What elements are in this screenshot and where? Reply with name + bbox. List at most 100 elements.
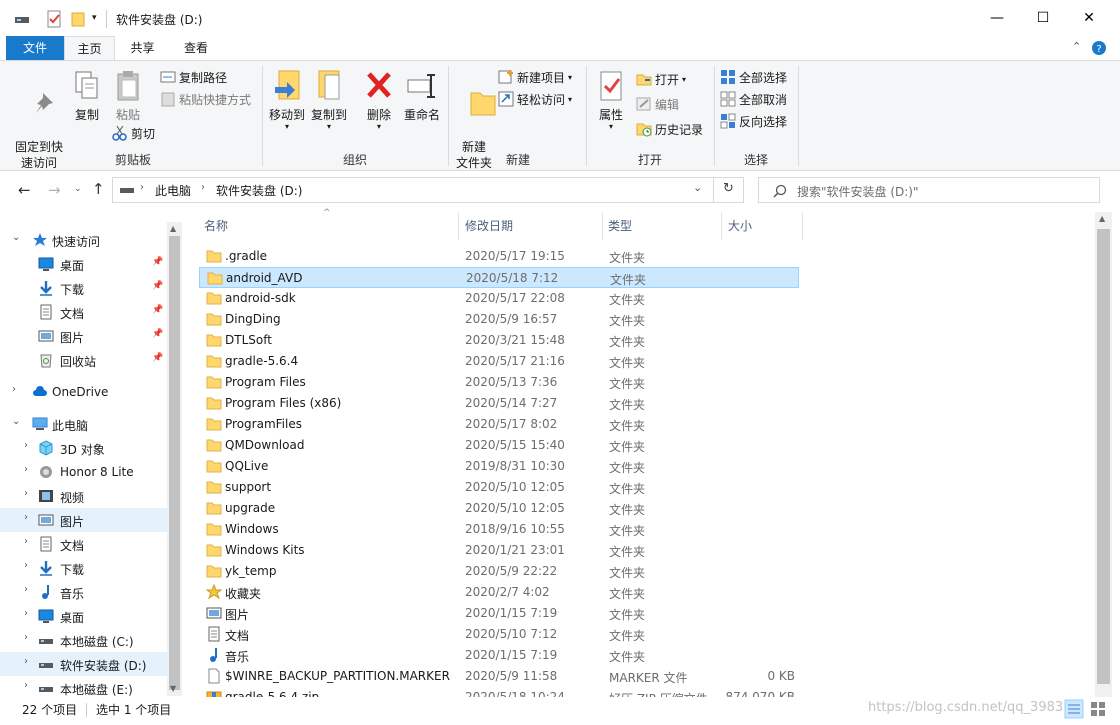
close-button[interactable]: ✕ (1066, 0, 1112, 36)
file-row[interactable]: 文档 2020/5/10 7:12 文件夹 (199, 624, 799, 645)
file-row[interactable]: support 2020/5/10 12:05 文件夹 (199, 477, 799, 498)
chevron-right-icon[interactable]: › (24, 536, 28, 547)
easy-access-button[interactable]: 轻松访问 ▾ (498, 89, 572, 109)
file-row[interactable]: 音乐 2020/1/15 7:19 文件夹 (199, 645, 799, 666)
file-row[interactable]: Program Files 2020/5/13 7:36 文件夹 (199, 372, 799, 393)
back-arrow-icon[interactable]: ← (18, 181, 31, 199)
column-header-type[interactable]: 类型 (603, 212, 722, 240)
search-box[interactable]: 搜索"软件安装盘 (D:)" (758, 177, 1100, 203)
file-row[interactable]: Windows 2018/9/16 10:55 文件夹 (199, 519, 799, 540)
file-row[interactable]: $WINRE_BACKUP_PARTITION.MARKER 2020/5/9 1… (199, 666, 799, 687)
column-header-name[interactable]: 名称 (199, 212, 459, 240)
chevron-down-icon[interactable]: ⌄ (12, 232, 20, 243)
properties-button[interactable]: 属性 ▾ (590, 69, 632, 131)
sidebar-item-8[interactable]: ⌄ 此电脑 (0, 412, 168, 436)
chevron-right-icon[interactable]: › (140, 182, 144, 193)
open-button[interactable]: 打开 ▾ (636, 69, 686, 89)
paste-shortcut-button[interactable]: 粘贴快捷方式 (160, 89, 251, 109)
chevron-right-icon[interactable]: › (24, 584, 28, 595)
invert-selection-button[interactable]: 反向选择 (720, 111, 787, 131)
sidebar-item-16[interactable]: › 桌面 (0, 604, 168, 628)
delete-button[interactable]: 删除 ▾ (362, 69, 396, 131)
pin-icon[interactable]: 📌 (152, 353, 163, 363)
sidebar-item-18[interactable]: › 软件安装盘 (D:) (0, 652, 168, 676)
move-to-button[interactable]: 移动到 ▾ (266, 69, 308, 131)
copy-button[interactable]: 复制 (70, 69, 104, 123)
up-arrow-icon[interactable]: ↑ (92, 180, 105, 198)
nav-scrollbar-thumb[interactable] (169, 236, 180, 690)
breadcrumb-this-pc[interactable]: 此电脑 (155, 182, 191, 199)
forward-arrow-icon[interactable]: → (48, 181, 61, 199)
tab-file[interactable]: 文件 (6, 36, 64, 61)
details-view-icon[interactable] (1064, 699, 1084, 719)
sidebar-item-11[interactable]: › 视频 (0, 484, 168, 508)
chevron-down-icon[interactable]: ⌄ (693, 181, 702, 194)
quick-access-dropdown-icon[interactable]: ▾ (92, 13, 97, 23)
sidebar-item-2[interactable]: 桌面 📌 (0, 252, 168, 276)
properties-icon[interactable] (46, 10, 64, 28)
chevron-right-icon[interactable]: › (24, 488, 28, 499)
chevron-right-icon[interactable]: › (24, 608, 28, 619)
sidebar-item-4[interactable]: 文档 📌 (0, 300, 168, 324)
chevron-down-icon[interactable]: ⌄ (12, 416, 20, 427)
paste-button[interactable]: 粘贴 (110, 69, 146, 123)
file-list-scrollbar-thumb[interactable] (1097, 229, 1110, 684)
address-bar[interactable]: › 此电脑 › 软件安装盘 (D:) ⌄ ↻ (112, 177, 744, 203)
file-row[interactable]: Windows Kits 2020/1/21 23:01 文件夹 (199, 540, 799, 561)
sidebar-item-10[interactable]: › Honor 8 Lite (0, 460, 168, 484)
file-row[interactable]: 图片 2020/1/15 7:19 文件夹 (199, 603, 799, 624)
refresh-icon[interactable]: ↻ (723, 181, 734, 196)
select-all-button[interactable]: 全部选择 (720, 67, 787, 87)
drive-icon[interactable] (14, 12, 32, 30)
sidebar-item-1[interactable]: ⌄ 快速访问 (0, 228, 168, 252)
sidebar-item-12[interactable]: › 图片 (0, 508, 168, 532)
sidebar-item-5[interactable]: 图片 📌 (0, 324, 168, 348)
chevron-right-icon[interactable]: › (24, 560, 28, 571)
sidebar-item-14[interactable]: › 下载 (0, 556, 168, 580)
file-row[interactable]: QMDownload 2020/5/15 15:40 文件夹 (199, 435, 799, 456)
chevron-right-icon[interactable]: › (24, 440, 28, 451)
tab-view[interactable]: 查看 (170, 36, 222, 61)
chevron-right-icon[interactable]: › (24, 464, 28, 475)
chevron-right-icon[interactable]: › (12, 384, 16, 395)
chevron-right-icon[interactable]: › (24, 632, 28, 643)
file-list-scrollbar[interactable]: ▲ (1095, 212, 1112, 697)
file-row[interactable]: .gradle 2020/5/17 19:15 文件夹 (199, 246, 799, 267)
sidebar-item-7[interactable]: › OneDrive (0, 380, 168, 404)
file-row[interactable]: android_AVD 2020/5/18 7:12 文件夹 (199, 267, 799, 288)
large-icons-view-icon[interactable] (1088, 699, 1108, 719)
file-row[interactable]: DingDing 2020/5/9 16:57 文件夹 (199, 309, 799, 330)
file-row[interactable]: QQLive 2019/8/31 10:30 文件夹 (199, 456, 799, 477)
scroll-down-icon[interactable]: ▼ (170, 684, 176, 693)
sidebar-item-6[interactable]: 回收站 📌 (0, 348, 168, 372)
scroll-up-icon[interactable]: ▲ (170, 224, 176, 233)
breadcrumb-drive-d[interactable]: 软件安装盘 (D:) (216, 182, 302, 199)
file-row[interactable]: ProgramFiles 2020/5/17 8:02 文件夹 (199, 414, 799, 435)
sidebar-item-17[interactable]: › 本地磁盘 (C:) (0, 628, 168, 652)
select-none-button[interactable]: 全部取消 (720, 89, 787, 109)
recent-locations-icon[interactable]: ⌄ (74, 184, 82, 194)
sidebar-item-3[interactable]: 下载 📌 (0, 276, 168, 300)
new-folder-icon[interactable] (70, 10, 88, 28)
history-button[interactable]: 历史记录 (636, 119, 703, 139)
nav-scrollbar[interactable]: ▲ ▼ (167, 222, 182, 696)
rename-button[interactable]: 重命名 (400, 69, 444, 123)
tab-share[interactable]: 共享 (115, 36, 170, 61)
pin-icon[interactable]: 📌 (152, 281, 163, 291)
column-header-date[interactable]: 修改日期 (460, 212, 603, 240)
copy-path-button[interactable]: 复制路径 (160, 67, 227, 87)
column-header-size[interactable]: 大小 (723, 212, 803, 240)
new-item-button[interactable]: 新建项目 ▾ (498, 67, 572, 87)
file-row[interactable]: 收藏夹 2020/2/7 4:02 文件夹 (199, 582, 799, 603)
cut-button[interactable]: 剪切 (112, 123, 155, 143)
collapse-ribbon-icon[interactable]: ⌃ (1072, 40, 1081, 53)
copy-to-button[interactable]: 复制到 ▾ (308, 69, 350, 131)
chevron-right-icon[interactable]: › (24, 512, 28, 523)
chevron-right-icon[interactable]: › (24, 680, 28, 691)
sidebar-item-15[interactable]: › 音乐 (0, 580, 168, 604)
file-row[interactable]: yk_temp 2020/5/9 22:22 文件夹 (199, 561, 799, 582)
file-row[interactable]: gradle-5.6.4 2020/5/17 21:16 文件夹 (199, 351, 799, 372)
chevron-right-icon[interactable]: › (201, 182, 205, 193)
sidebar-item-13[interactable]: › 文档 (0, 532, 168, 556)
pin-icon[interactable]: 📌 (152, 257, 163, 267)
